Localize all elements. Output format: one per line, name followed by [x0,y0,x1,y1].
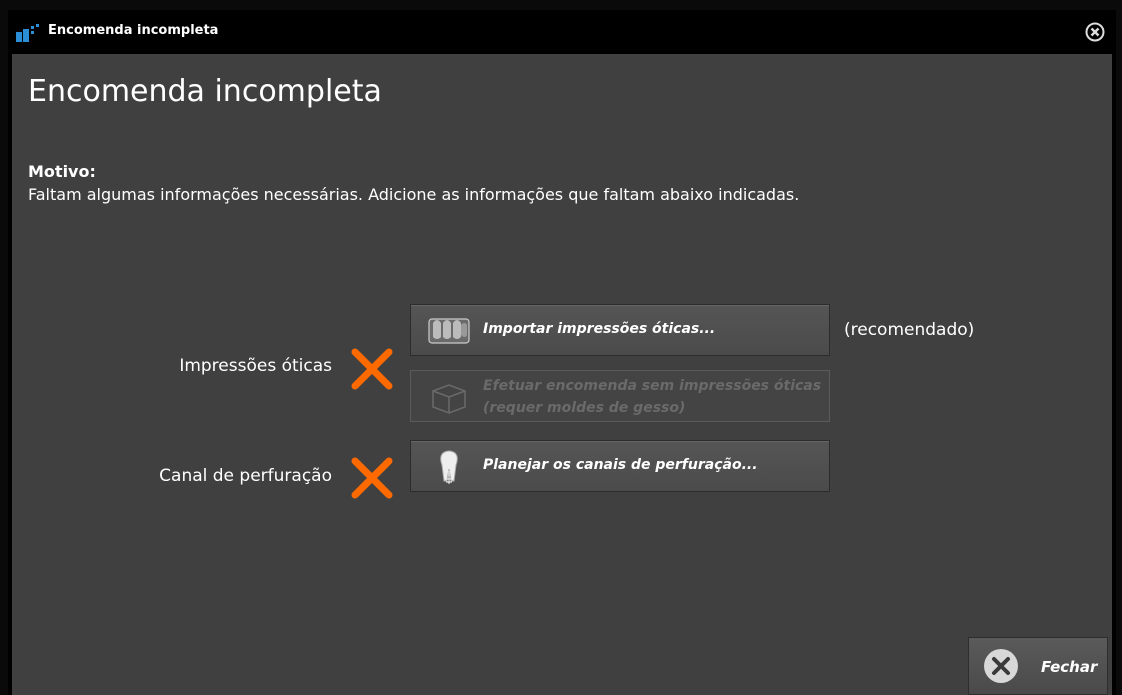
order-without-impressions-label: Efetuar encomenda sem impressões óticas … [483,378,822,416]
dialog-content: Encomenda incompleta Motivo: Faltam algu… [12,54,1112,695]
import-optical-impressions-label: Importar impressões óticas... [483,321,716,337]
close-circle-icon [984,649,1018,683]
reason-text: Faltam algumas informações necessárias. … [28,185,800,204]
page-title: Encomenda incompleta [28,74,382,109]
tooth-implant-icon [440,450,458,484]
window-title: Encomenda incompleta [48,23,219,38]
close-button[interactable]: Fechar [968,637,1108,695]
row-label-optical-impressions: Impressões óticas [179,356,332,376]
dialog-window: Encomenda incompleta Encomenda incomplet… [8,10,1116,695]
x-mark-icon [351,348,393,390]
close-button-label: Fechar [1041,658,1098,676]
recommended-note: (recomendado) [844,320,975,340]
title-bar: Encomenda incompleta [8,10,1116,54]
plan-drill-channels-label: Planejar os canais de perfuração... [483,457,758,473]
reason-label: Motivo: [28,162,96,181]
row-label-drill-channel: Canal de perfuração [159,466,332,486]
optical-impressions-icon [428,318,470,344]
order-without-impressions-button[interactable]: Efetuar encomenda sem impressões óticas … [410,370,830,422]
x-mark-icon [351,457,393,499]
box-icon [432,384,466,414]
app-logo-icon [16,24,39,42]
plan-drill-channels-button[interactable]: Planejar os canais de perfuração... [410,440,830,492]
close-circle-icon[interactable] [1085,22,1105,42]
import-optical-impressions-button[interactable]: Importar impressões óticas... [410,304,830,356]
